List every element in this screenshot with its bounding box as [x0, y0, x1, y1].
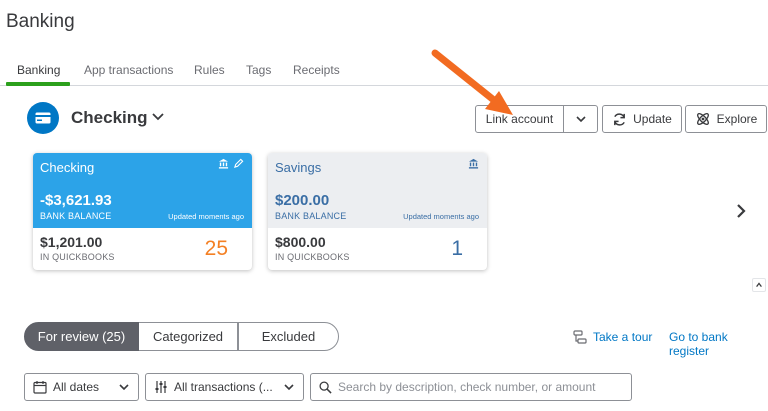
- update-label: Update: [633, 112, 672, 126]
- dates-filter[interactable]: All dates: [24, 373, 139, 401]
- tab-bar: Banking App transactions Rules Tags Rece…: [0, 58, 768, 86]
- collapse-button[interactable]: [752, 278, 766, 292]
- account-card-savings[interactable]: Savings $200.00 BANK BALANCE Updated mom…: [268, 153, 487, 270]
- bank-balance: -$3,621.93: [40, 192, 112, 209]
- updated-status: Updated moments ago: [168, 212, 244, 221]
- pencil-icon[interactable]: [233, 158, 244, 169]
- review-count: 25: [204, 237, 228, 260]
- bank-register-link[interactable]: Go to bank register: [669, 330, 768, 358]
- chevron-up-icon: [756, 282, 762, 287]
- card-account-name: Checking: [40, 160, 95, 175]
- annotation-arrow-icon: [431, 49, 513, 115]
- quickbooks-label: IN QUICKBOOKS: [275, 252, 350, 262]
- transactions-filter[interactable]: All transactions (...: [145, 373, 304, 401]
- tour-icon: [573, 330, 587, 344]
- chevron-right-icon[interactable]: [734, 203, 748, 224]
- quickbooks-amount: $800.00: [275, 234, 326, 250]
- atom-icon: [696, 113, 709, 125]
- tab-for-review[interactable]: For review (25): [24, 322, 139, 351]
- active-tab-indicator: [6, 82, 70, 86]
- account-selector-label[interactable]: Checking: [71, 108, 148, 128]
- review-tabs: For review (25) Categorized Excluded: [24, 322, 339, 351]
- bank-card-icon: [27, 102, 59, 134]
- take-tour-link[interactable]: Take a tour: [572, 329, 652, 345]
- tab-app-transactions[interactable]: App transactions: [84, 63, 173, 77]
- chevron-down-icon: [119, 384, 129, 391]
- tab-receipts[interactable]: Receipts: [293, 63, 340, 77]
- search-input[interactable]: Search by description, check number, or …: [310, 373, 632, 401]
- tab-tags[interactable]: Tags: [246, 63, 271, 77]
- refresh-icon: [614, 112, 626, 126]
- chevron-down-icon: [284, 384, 294, 391]
- account-card-checking[interactable]: Checking -$3,621.93 BANK BALANCE Updated…: [33, 153, 252, 270]
- take-tour-label: Take a tour: [593, 330, 653, 344]
- explore-button[interactable]: Explore: [685, 105, 767, 133]
- card-account-name: Savings: [275, 160, 322, 175]
- quickbooks-label: IN QUICKBOOKS: [40, 252, 115, 262]
- tab-categorized[interactable]: Categorized: [139, 322, 238, 351]
- update-button[interactable]: Update: [602, 105, 682, 133]
- search-icon: [319, 380, 332, 394]
- transactions-filter-value: All transactions (...: [174, 380, 273, 394]
- explore-label: Explore: [716, 112, 758, 126]
- tab-excluded[interactable]: Excluded: [238, 322, 339, 351]
- review-count: 1: [451, 237, 463, 260]
- page-title: Banking: [6, 11, 75, 32]
- updated-status: Updated moments ago: [403, 212, 479, 221]
- bank-balance-label: BANK BALANCE: [40, 211, 112, 221]
- link-account-dropdown-button[interactable]: [563, 105, 598, 133]
- dates-filter-value: All dates: [53, 380, 100, 394]
- quickbooks-amount: $1,201.00: [40, 234, 103, 250]
- bank-balance: $200.00: [275, 192, 330, 209]
- calendar-icon: [33, 381, 47, 394]
- chevron-down-icon[interactable]: [150, 108, 166, 129]
- tab-rules[interactable]: Rules: [194, 63, 225, 77]
- tab-banking[interactable]: Banking: [17, 63, 60, 77]
- card-header: Checking -$3,621.93 BANK BALANCE Updated…: [33, 153, 252, 228]
- bank-icon: [468, 158, 479, 169]
- bank-icon: [218, 158, 229, 169]
- chevron-down-icon: [575, 116, 586, 123]
- card-header: Savings $200.00 BANK BALANCE Updated mom…: [268, 153, 487, 228]
- bank-balance-label: BANK BALANCE: [275, 211, 347, 221]
- sliders-icon: [155, 381, 167, 393]
- search-placeholder: Search by description, check number, or …: [338, 380, 596, 394]
